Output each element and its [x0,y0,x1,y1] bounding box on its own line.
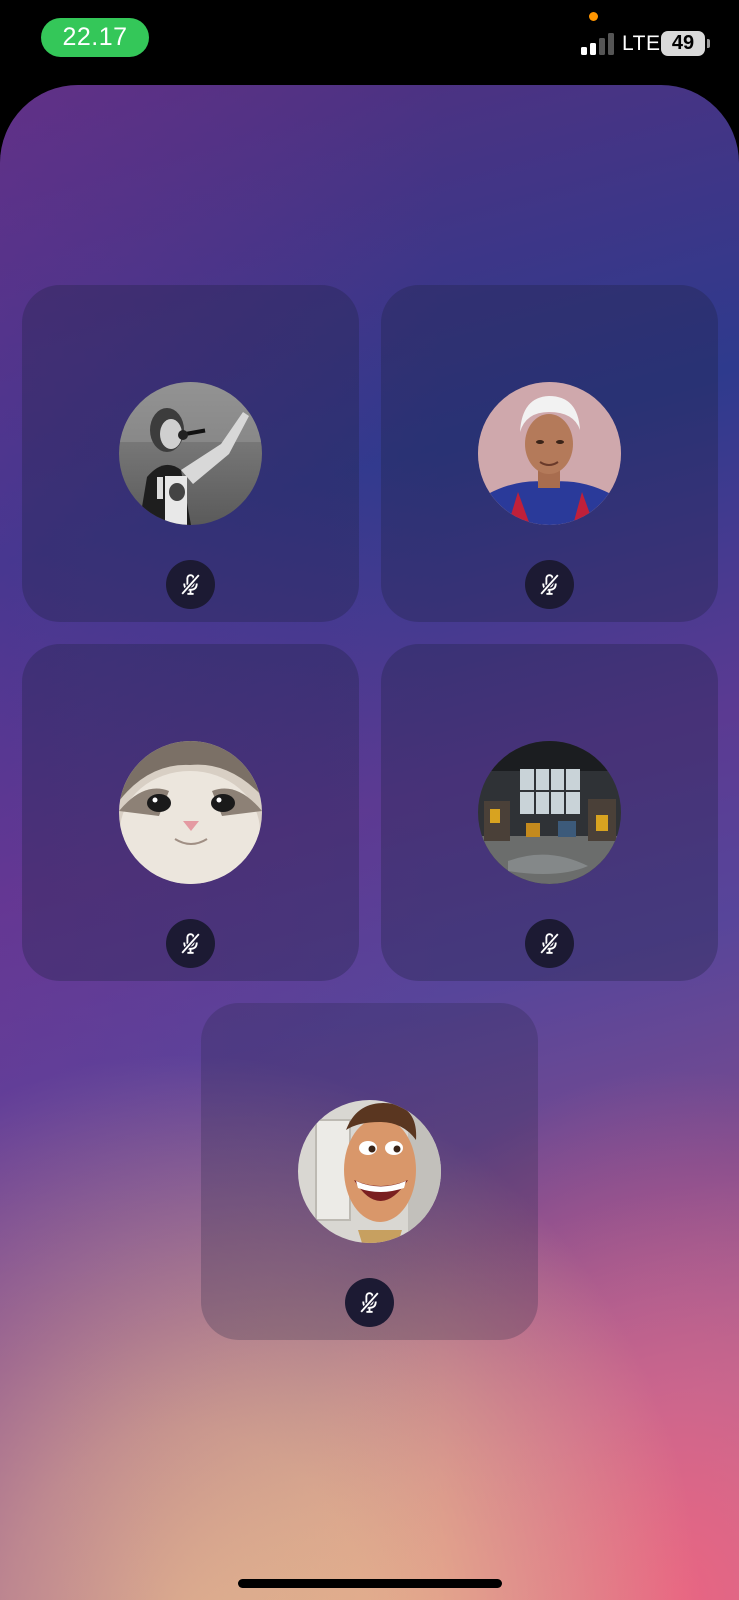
mic-off-icon [180,932,201,955]
mic-off-icon [359,1291,380,1314]
signal-bar [590,43,596,55]
cat-photo [119,741,262,884]
participant-mute-status[interactable] [525,919,574,968]
participant-tile[interactable] [381,285,718,622]
man-white-hair-photo [478,382,621,525]
group-call-sheet [0,85,739,1600]
home-indicator[interactable] [238,1579,502,1588]
cellular-signal-icon [581,33,617,55]
status-bar: 22.17 LTE 49 [0,0,739,84]
participant-tile[interactable] [381,644,718,981]
singer-photo-avatar [119,382,262,525]
workshop-photo [478,741,621,884]
workshop-photo-avatar [478,741,621,884]
participant-mute-status[interactable] [166,560,215,609]
screen: 22.17 LTE 49 [0,0,739,1600]
participant-mute-status[interactable] [345,1278,394,1327]
participant-tile[interactable] [22,644,359,981]
signal-bar [581,47,587,55]
battery-icon: 49 [661,31,705,56]
status-time[interactable]: 22.17 [41,18,149,57]
signal-bar [599,38,605,55]
cat-photo-avatar [119,741,262,884]
network-type-label: LTE [622,32,661,55]
cartoon-cowboy-photo [298,1100,441,1243]
mic-off-icon [539,573,560,596]
signal-bar [608,33,614,55]
mic-off-icon [180,573,201,596]
man-white-hair-photo-avatar [478,382,621,525]
battery-tip [707,39,710,48]
participant-tile[interactable] [22,285,359,622]
cartoon-cowboy-photo-avatar [298,1100,441,1243]
participant-mute-status[interactable] [166,919,215,968]
participant-tile[interactable] [201,1003,538,1340]
singer-photo [119,382,262,525]
mic-off-icon [539,932,560,955]
battery-level: 49 [671,32,695,54]
participant-mute-status[interactable] [525,560,574,609]
mic-in-use-indicator [589,12,598,21]
